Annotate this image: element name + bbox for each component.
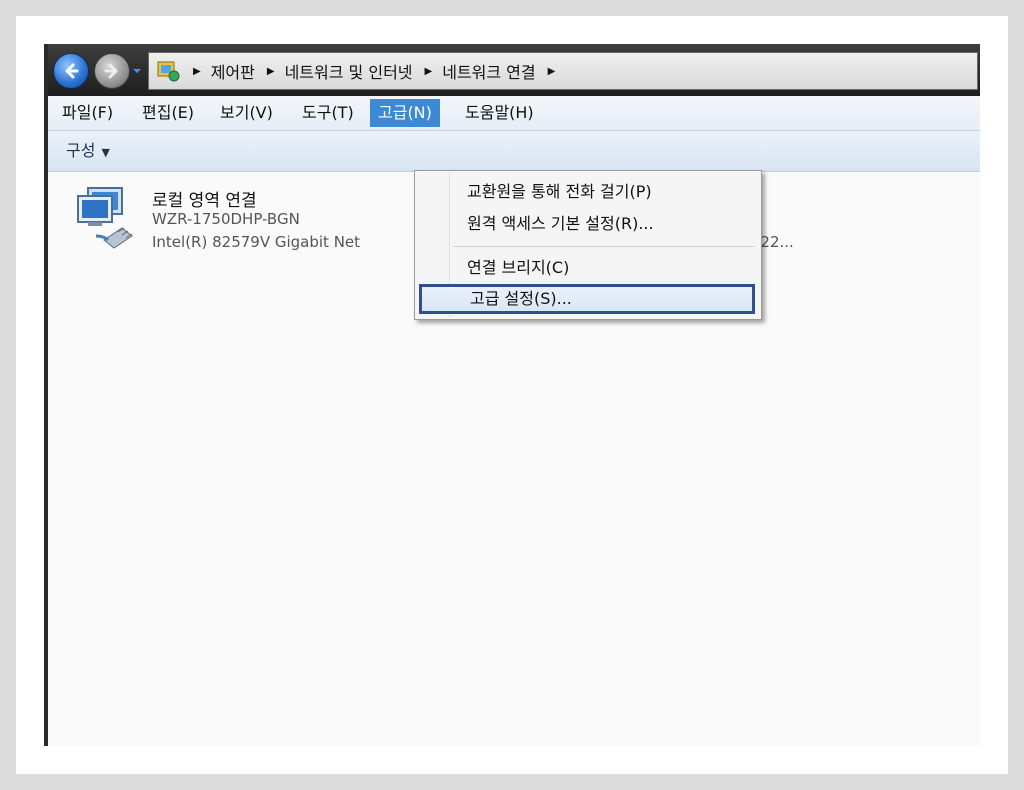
forward-arrow-icon xyxy=(104,63,118,79)
organize-label: 구성 xyxy=(66,141,96,160)
breadcrumb-item[interactable]: 네트워크 연결 xyxy=(442,59,535,83)
menu-item-remote-access-prefs[interactable]: 원격 액세스 기본 설정(R)... xyxy=(419,209,755,239)
breadcrumb-item[interactable]: 제어판 xyxy=(211,59,255,83)
menu-view[interactable]: 보기(V) xyxy=(212,99,281,127)
back-button[interactable] xyxy=(53,53,89,89)
organize-button[interactable]: 구성 ▼ xyxy=(66,139,110,163)
breadcrumb-item[interactable]: 네트워크 및 인터넷 xyxy=(285,59,413,83)
control-panel-icon xyxy=(157,61,180,82)
connection-device: Intel(R) 82579V Gigabit Net xyxy=(152,233,361,251)
menu-tools[interactable]: 도구(T) xyxy=(294,99,362,127)
command-bar: 구성 ▼ xyxy=(44,131,980,172)
explorer-window: ▶ 제어판 ▶ 네트워크 및 인터넷 ▶ 네트워크 연결 ▶ 파일(F) 편집(… xyxy=(44,44,980,746)
menu-advanced[interactable]: 고급(N) xyxy=(370,99,440,127)
menu-separator xyxy=(453,246,755,247)
advanced-menu-dropdown: 교환원을 통해 전화 걸기(P) 원격 액세스 기본 설정(R)... 연결 브… xyxy=(414,170,762,320)
menu-edit[interactable]: 편집(E) xyxy=(134,99,202,127)
connection-status: WZR-1750DHP-BGN xyxy=(152,210,300,228)
dropdown-caret-icon: ▼ xyxy=(101,146,110,159)
network-connection-icon xyxy=(77,187,133,249)
menu-item-dial-operator[interactable]: 교환원을 통해 전화 걸기(P) xyxy=(419,177,755,207)
breadcrumb-separator-icon: ▶ xyxy=(193,65,201,77)
menu-item-advanced-settings[interactable]: 고급 설정(S)... xyxy=(419,284,755,314)
breadcrumb-separator-icon[interactable]: ▶ xyxy=(548,66,556,77)
address-bar: ▶ 제어판 ▶ 네트워크 및 인터넷 ▶ 네트워크 연결 ▶ xyxy=(44,44,980,96)
address-field[interactable]: ▶ 제어판 ▶ 네트워크 및 인터넷 ▶ 네트워크 연결 ▶ xyxy=(148,52,978,90)
menu-bar: 파일(F) 편집(E) 보기(V) 도구(T) 고급(N) 도움말(H) xyxy=(44,96,980,131)
back-arrow-icon xyxy=(65,63,79,79)
history-dropdown-icon[interactable] xyxy=(132,66,142,76)
menu-item-bridge-connections[interactable]: 연결 브리지(C) xyxy=(419,253,755,283)
forward-button[interactable] xyxy=(94,53,130,89)
breadcrumb-separator-icon[interactable]: ▶ xyxy=(267,66,275,77)
window-left-edge xyxy=(44,44,48,746)
breadcrumb-separator-icon[interactable]: ▶ xyxy=(425,66,433,77)
connection-name: 로컬 영역 연결 xyxy=(152,191,257,211)
menu-help[interactable]: 도움말(H) xyxy=(457,99,542,127)
menu-file[interactable]: 파일(F) xyxy=(54,99,121,127)
